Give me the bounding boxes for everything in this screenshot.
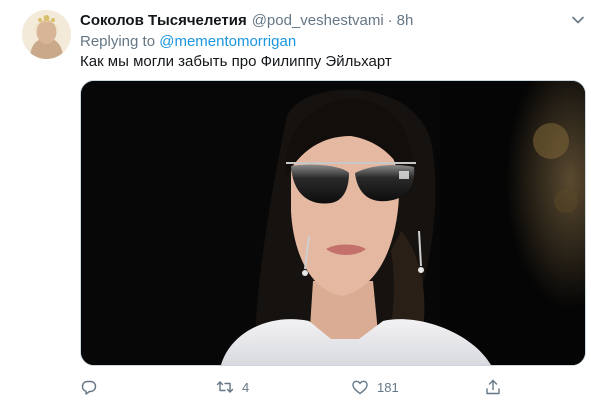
comment-icon: [81, 380, 97, 395]
like-button[interactable]: 181: [351, 376, 399, 398]
tweet-text: Как мы могли забыть про Филиппу Эйльхарт: [80, 53, 392, 70]
tweet: Соколов Тысячелетия @pod_veshestvami · 8…: [0, 0, 591, 404]
reply-mention-link[interactable]: @mementomorrigan: [159, 33, 296, 50]
replying-to: Replying to @mementomorrigan: [80, 33, 296, 50]
photo-image: [81, 81, 585, 365]
retweet-count: 4: [242, 379, 250, 395]
avatar[interactable]: [22, 10, 71, 59]
replying-to-label: Replying to: [80, 33, 156, 50]
avatar-image: [22, 10, 71, 59]
display-name[interactable]: Соколов Тысячелетия: [80, 12, 247, 29]
tweet-photo[interactable]: [80, 80, 586, 366]
retweet-icon: [216, 381, 234, 393]
tweet-header: Соколов Тысячелетия @pod_veshestvami · 8…: [80, 10, 413, 30]
chevron-down-icon[interactable]: [570, 12, 586, 28]
tweet-actions: 4 181: [80, 376, 586, 398]
retweet-button[interactable]: 4: [216, 376, 249, 398]
separator-dot: ·: [387, 11, 393, 29]
timestamp[interactable]: 8h: [397, 12, 414, 29]
share-icon: [486, 379, 500, 395]
like-count: 181: [377, 379, 399, 395]
heart-icon: [352, 380, 368, 395]
share-button[interactable]: [484, 376, 502, 398]
user-handle[interactable]: @pod_veshestvami: [252, 12, 384, 29]
reply-button[interactable]: [80, 376, 98, 398]
